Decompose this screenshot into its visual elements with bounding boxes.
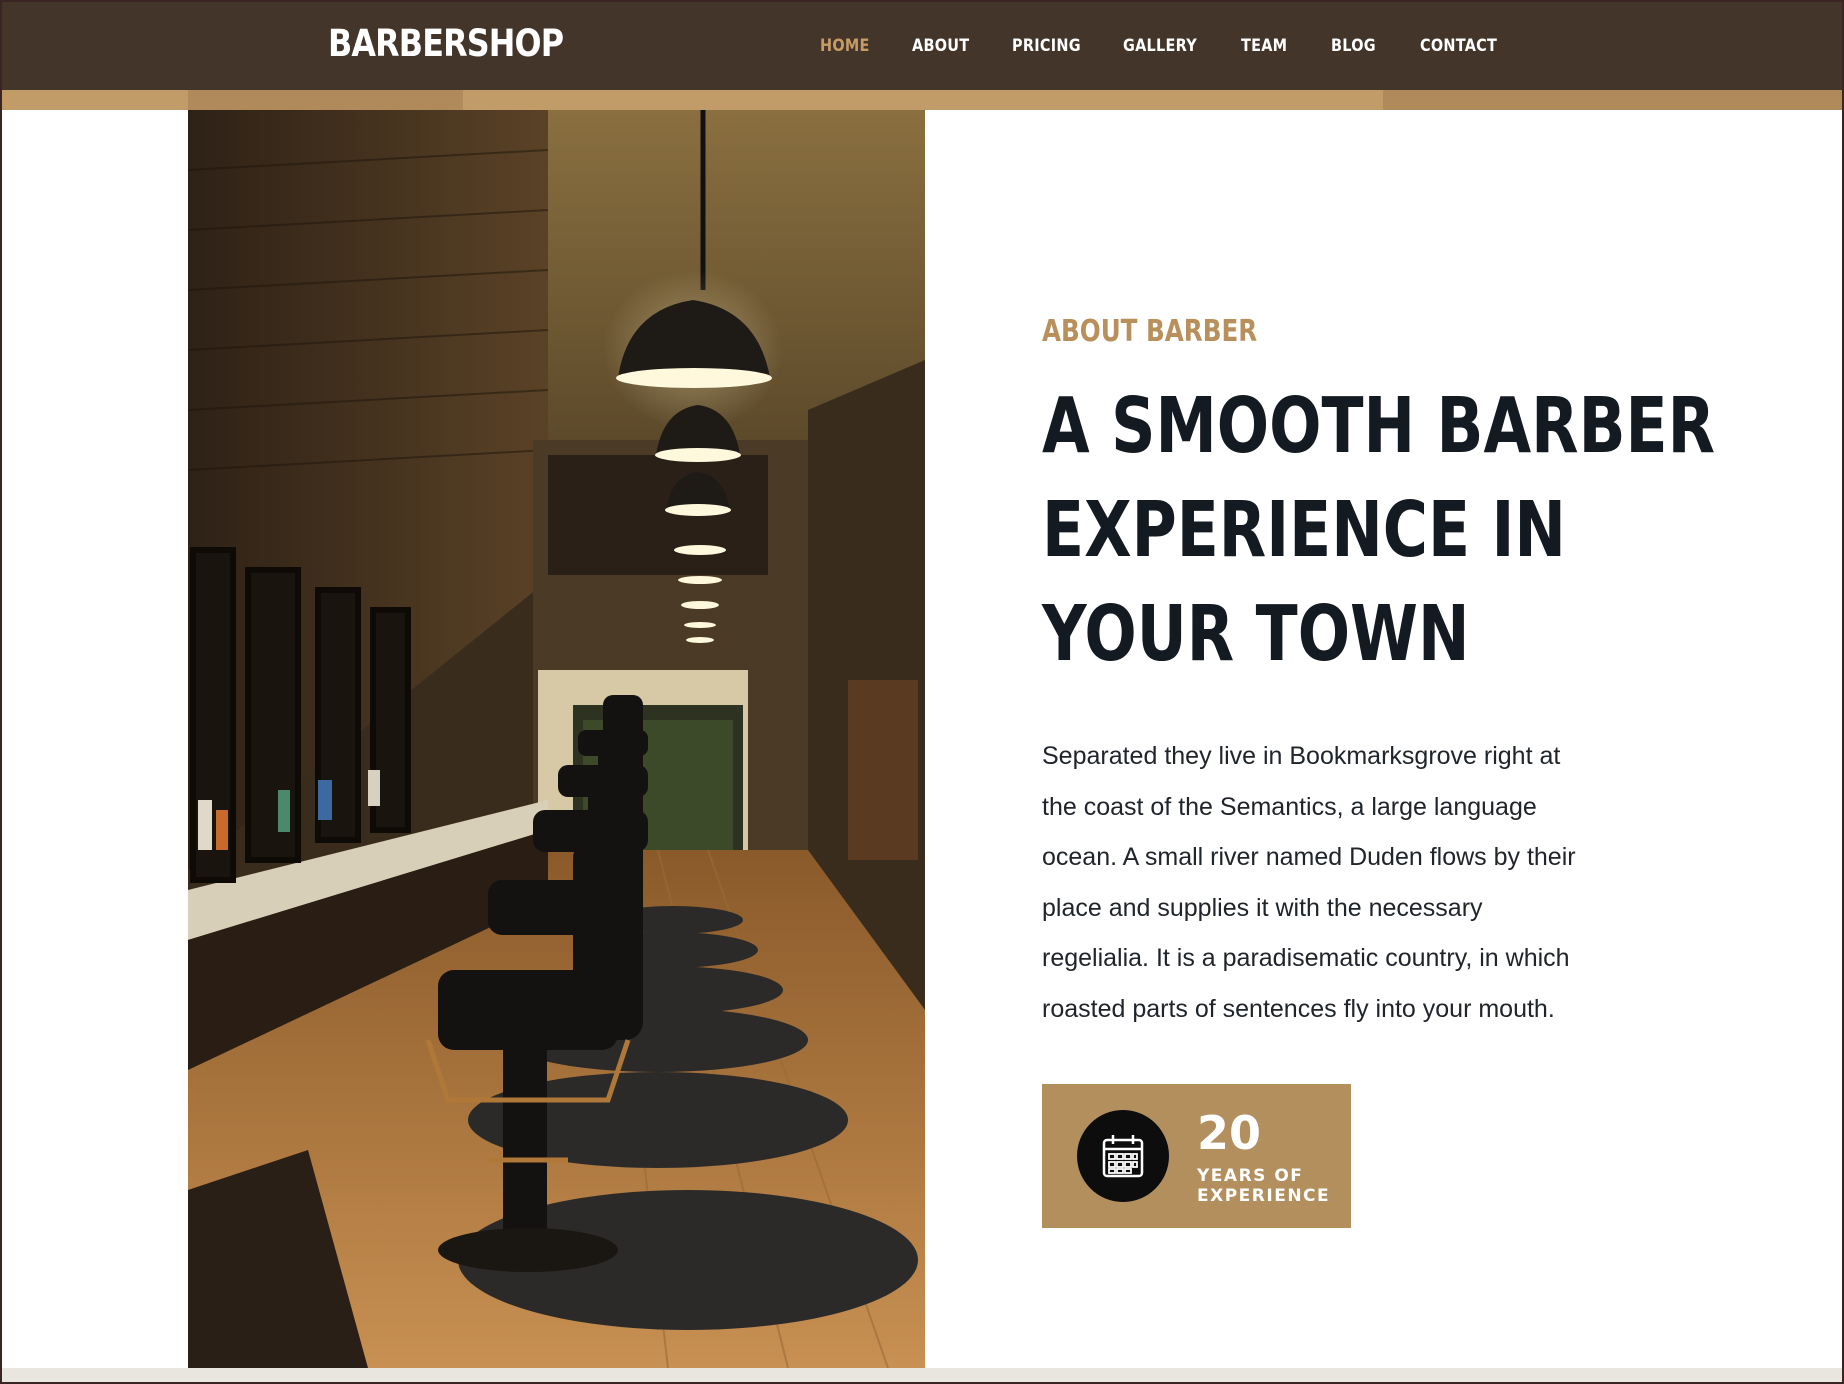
barbershop-interior-image xyxy=(188,110,925,1368)
years-number: 20 xyxy=(1197,1106,1262,1160)
nav-link-blog[interactable]: BLOG xyxy=(1331,36,1376,56)
nav-link-home[interactable]: HOME xyxy=(820,36,870,56)
nav-accent-strip xyxy=(0,90,1844,110)
headline-line-2: EXPERIENCE IN xyxy=(1042,486,1566,575)
paragraph-line-6: roasted parts of sentences fly into your… xyxy=(1042,994,1555,1023)
headline-line-1: A SMOOTH BARBER xyxy=(1042,382,1716,471)
about-paragraph: Separated they live in Bookmarksgrove ri… xyxy=(1042,731,1662,1034)
nav-link-contact[interactable]: CONTACT xyxy=(1420,36,1497,56)
experience-badge: 20 YEARS OF EXPERIENCE xyxy=(1042,1084,1351,1228)
nav-link-about[interactable]: ABOUT xyxy=(912,36,969,56)
nav-link-team[interactable]: TEAM xyxy=(1241,36,1287,56)
paragraph-line-1: Separated they live in Bookmarksgrove ri… xyxy=(1042,742,1561,770)
paragraph-line-5: regelialia. It is a paradisematic countr… xyxy=(1042,944,1570,972)
years-label-line-2: EXPERIENCE xyxy=(1197,1186,1331,1206)
paragraph-line-4: place and supplies it with the necessary xyxy=(1042,893,1483,922)
section-eyebrow: ABOUT BARBER xyxy=(1042,314,1258,349)
nav-link-pricing[interactable]: PRICING xyxy=(1012,36,1081,56)
paragraph-line-3: ocean. A small river named Duden flows b… xyxy=(1042,843,1576,871)
calendar-icon xyxy=(1077,1110,1169,1202)
section-headline: A SMOOTH BARBER EXPERIENCE IN YOUR TOWN xyxy=(1042,375,1716,687)
top-navbar: BARBERSHOP HOME ABOUT PRICING GALLERY TE… xyxy=(0,0,1844,90)
paragraph-line-2: the coast of the Semantics, a large lang… xyxy=(1042,792,1537,821)
next-section-edge xyxy=(0,1368,1844,1384)
years-label: YEARS OF EXPERIENCE xyxy=(1197,1166,1330,1206)
years-label-line-1: YEARS OF xyxy=(1197,1166,1304,1186)
nav-link-gallery[interactable]: GALLERY xyxy=(1123,36,1197,56)
headline-line-3: YOUR TOWN xyxy=(1042,590,1470,679)
brand-logo[interactable]: BARBERSHOP xyxy=(328,22,564,65)
